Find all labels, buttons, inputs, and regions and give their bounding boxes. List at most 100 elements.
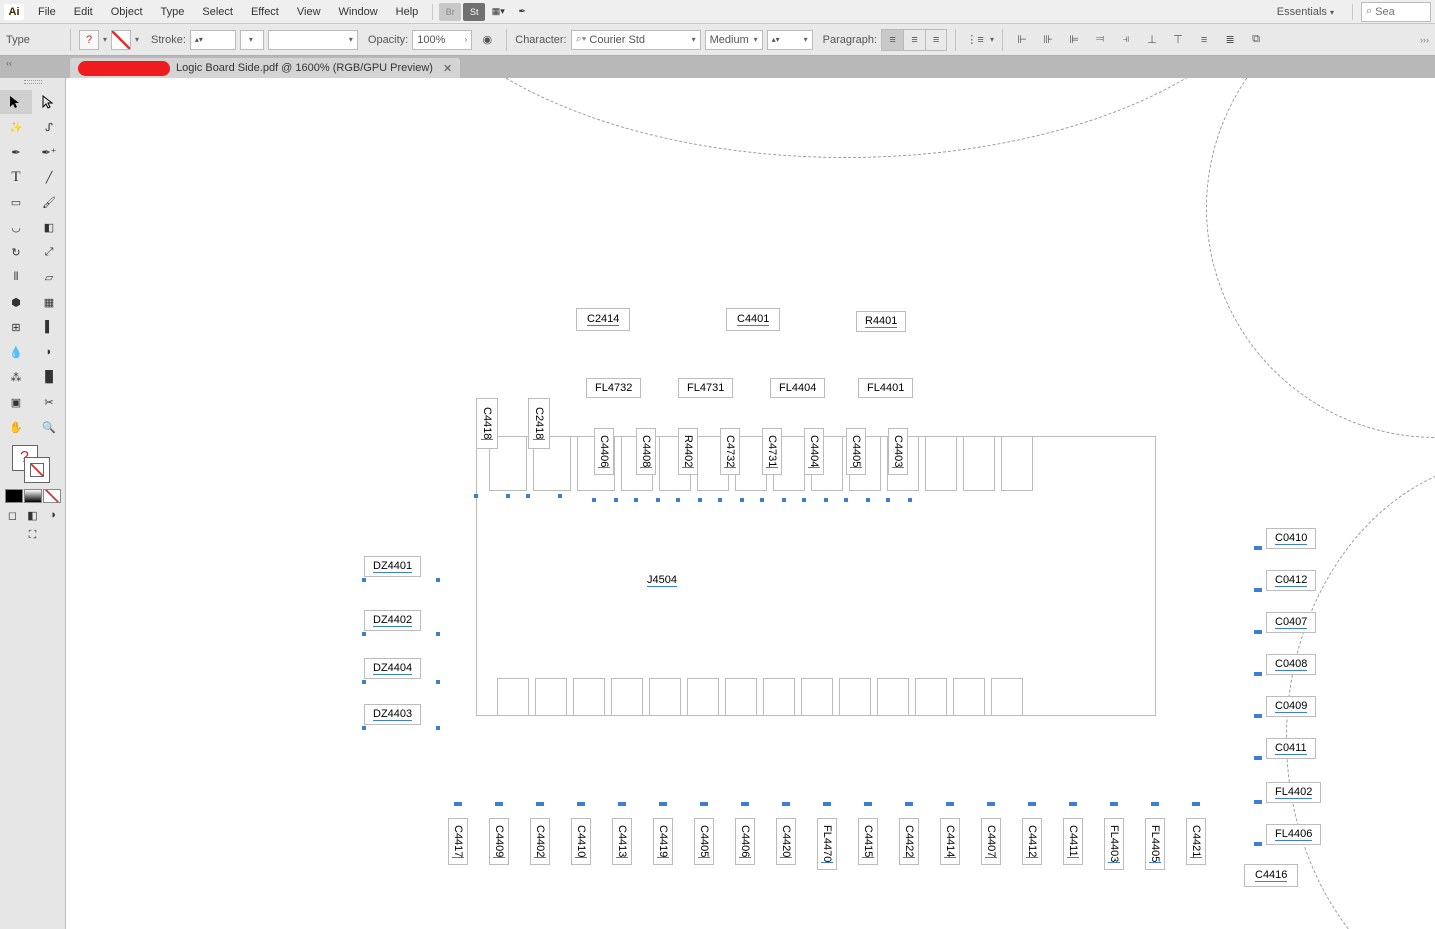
align-obj-3[interactable]: ⊫ — [1063, 29, 1085, 51]
connector-outline[interactable]: J4504 — [476, 436, 1156, 716]
component-label[interactable]: C4406 — [735, 818, 755, 865]
component-label[interactable]: C0412 — [1266, 570, 1316, 591]
search-box[interactable]: ⌕ — [1361, 2, 1431, 22]
selection-handle[interactable] — [1258, 842, 1262, 846]
draw-inside-icon[interactable]: ◑ — [45, 507, 61, 523]
selection-handle[interactable] — [740, 498, 744, 502]
selection-handle[interactable] — [1073, 802, 1077, 806]
selection-handle[interactable] — [1258, 756, 1262, 760]
component-label[interactable]: C4418 — [476, 398, 498, 449]
selection-handle[interactable] — [1258, 588, 1262, 592]
component-label[interactable]: C4417 — [448, 818, 468, 865]
draw-behind-icon[interactable]: ◧ — [25, 507, 41, 523]
component-label[interactable]: C4407 — [981, 818, 1001, 865]
component-label[interactable]: C4404 — [804, 428, 824, 475]
selection-handle[interactable] — [436, 726, 440, 730]
search-input[interactable] — [1375, 6, 1415, 18]
component-label[interactable]: C4405 — [846, 428, 866, 475]
selection-handle[interactable] — [362, 680, 366, 684]
gradient-tool[interactable]: ▌ — [33, 315, 65, 339]
eraser-tool[interactable]: ◧ — [33, 215, 65, 239]
component-label[interactable]: FL4405 — [1145, 818, 1165, 870]
color-gradient[interactable] — [24, 489, 42, 503]
component-label[interactable]: C4408 — [636, 428, 656, 475]
font-size-dd[interactable]: ▴▾▾ — [767, 30, 813, 50]
selection-handle[interactable] — [622, 802, 626, 806]
hand-tool[interactable]: ✋ — [0, 415, 32, 439]
draw-mode-icon[interactable]: ◻ — [5, 507, 21, 523]
recolor-icon[interactable]: ◉ — [476, 29, 498, 51]
workspace-switcher[interactable]: Essentials ▾ — [1267, 3, 1344, 21]
lasso-tool[interactable]: ᔑ — [33, 115, 65, 139]
selection-handle[interactable] — [506, 494, 510, 498]
selection-handle[interactable] — [362, 578, 366, 582]
panel-handle[interactable] — [17, 79, 49, 85]
stroke-box[interactable] — [24, 457, 50, 483]
selection-handle[interactable] — [1196, 802, 1200, 806]
stock-icon[interactable]: St — [463, 3, 485, 21]
canvas[interactable]: J4504 C4416 C2414C4401R4401FL4732FL4731F… — [66, 78, 1435, 929]
selection-handle[interactable] — [704, 802, 708, 806]
selection-handle[interactable] — [786, 802, 790, 806]
color-solid[interactable] — [5, 489, 23, 503]
menu-file[interactable]: File — [30, 3, 64, 21]
menu-help[interactable]: Help — [388, 3, 427, 21]
selection-handle[interactable] — [634, 498, 638, 502]
component-label[interactable]: R4402 — [678, 428, 698, 475]
menu-view[interactable]: View — [289, 3, 329, 21]
fill-stroke-control[interactable]: ? — [12, 445, 54, 485]
type-tool[interactable]: T — [0, 165, 32, 189]
selection-handle[interactable] — [866, 498, 870, 502]
direct-selection-tool[interactable] — [33, 90, 65, 114]
component-label[interactable]: C4421 — [1186, 818, 1206, 865]
selection-handle[interactable] — [782, 498, 786, 502]
selection-handle[interactable] — [886, 498, 890, 502]
menu-object[interactable]: Object — [103, 3, 151, 21]
expand-icon[interactable]: ››› — [1420, 35, 1429, 45]
selection-handle[interactable] — [676, 498, 680, 502]
selection-handle[interactable] — [474, 494, 478, 498]
component-label[interactable]: C4401 — [726, 308, 780, 331]
align-center-button[interactable]: ≡ — [903, 29, 925, 51]
font-weight-dd[interactable]: Medium▾ — [705, 30, 763, 50]
align-obj-4[interactable]: ⫤ — [1089, 29, 1111, 51]
selection-handle[interactable] — [745, 802, 749, 806]
selection-handle[interactable] — [362, 632, 366, 636]
component-label[interactable]: C4409 — [489, 818, 509, 865]
width-tool[interactable]: ⫴ — [0, 265, 32, 289]
line-tool[interactable]: ╱ — [33, 165, 65, 189]
selection-handle[interactable] — [1032, 802, 1036, 806]
selection-handle[interactable] — [1258, 714, 1262, 718]
component-label[interactable]: C0407 — [1266, 612, 1316, 633]
fill-swatch[interactable]: ? — [79, 30, 99, 50]
component-label[interactable]: C4402 — [530, 818, 550, 865]
connector-ref[interactable]: J4504 — [647, 547, 677, 597]
magic-wand-tool[interactable]: ✨ — [0, 115, 32, 139]
component-label[interactable]: C4420 — [776, 818, 796, 865]
opacity-input[interactable]: 100%› — [412, 30, 472, 50]
shape-builder-tool[interactable]: ⬢ — [0, 290, 32, 314]
selection-handle[interactable] — [526, 494, 530, 498]
selection-handle[interactable] — [1114, 802, 1118, 806]
selection-tool[interactable] — [0, 90, 32, 114]
stroke-swatch[interactable] — [111, 30, 131, 50]
close-icon[interactable]: ✕ — [443, 62, 452, 75]
shaper-tool[interactable]: ◡ — [0, 215, 32, 239]
rectangle-tool[interactable]: ▭ — [0, 190, 32, 214]
screen-mode[interactable]: ⛶ — [0, 526, 65, 544]
selection-handle[interactable] — [614, 498, 618, 502]
component-label[interactable]: FL4402 — [1266, 782, 1321, 803]
align-obj-7[interactable]: ⊤ — [1167, 29, 1189, 51]
selection-handle[interactable] — [868, 802, 872, 806]
rotate-tool[interactable]: ↻ — [0, 240, 32, 264]
component-label[interactable]: FL4401 — [858, 378, 913, 398]
curvature-tool[interactable]: ✒⁺ — [33, 140, 65, 164]
selection-handle[interactable] — [663, 802, 667, 806]
stroke-weight-dd[interactable]: ▾ — [240, 30, 264, 50]
selection-handle[interactable] — [909, 802, 913, 806]
menu-edit[interactable]: Edit — [66, 3, 101, 21]
mesh-tool[interactable]: ⊞ — [0, 315, 32, 339]
align-obj-5[interactable]: ⫣ — [1115, 29, 1137, 51]
font-family-dd[interactable]: ⌕▾Courier Std▾ — [571, 30, 701, 50]
align-obj-6[interactable]: ⊥ — [1141, 29, 1163, 51]
